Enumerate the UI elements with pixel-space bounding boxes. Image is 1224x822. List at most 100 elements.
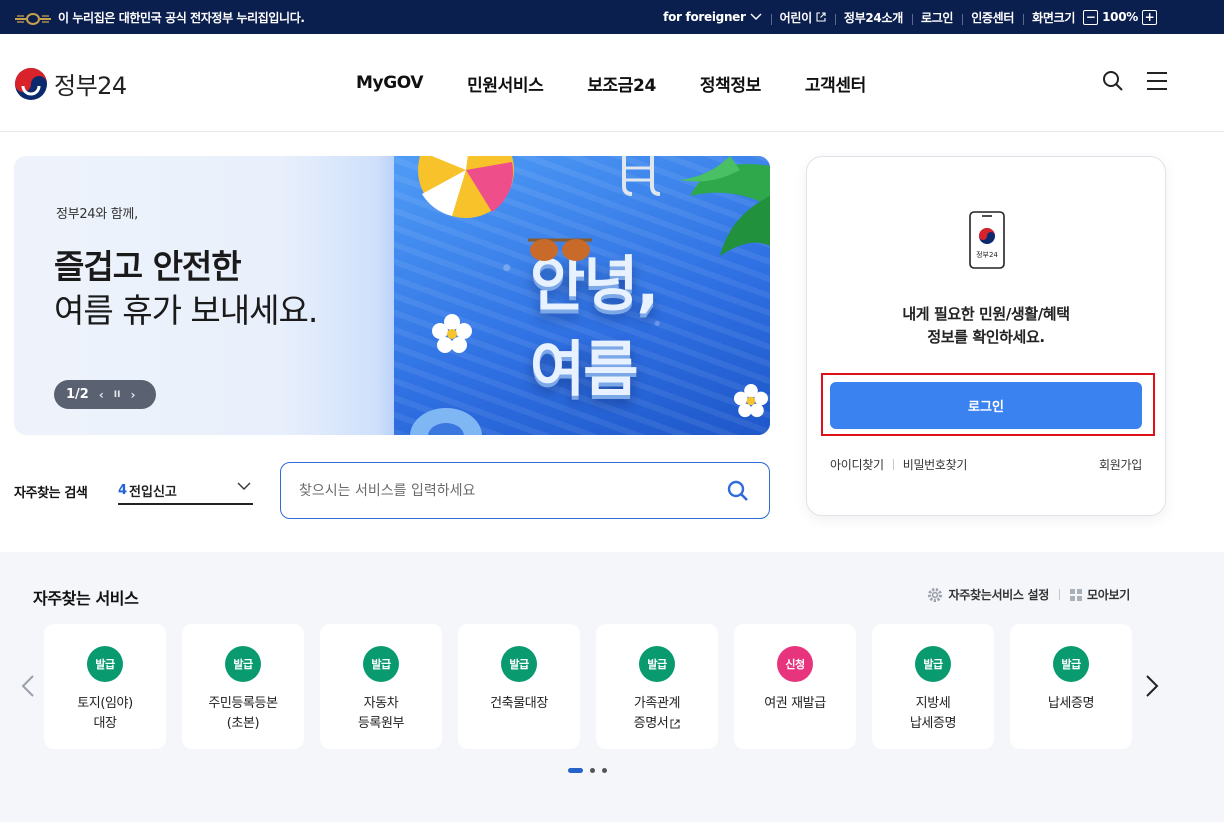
service-card-label: 여권 재발급 xyxy=(734,694,856,714)
banner-subtitle: 정부24와 함께, xyxy=(56,207,138,222)
service-card-label: 토지(임야) 대장 xyxy=(44,694,166,734)
join-link[interactable]: 회원가입 xyxy=(1099,456,1142,473)
chevron-down-icon xyxy=(237,482,251,490)
hero-banner[interactable]: 정부24와 함께, 즐겁고 안전한 여름 휴가 보내세요. 안녕, 여름 1/2… xyxy=(14,156,770,435)
frequent-services-title: 자주찾는 서비스 xyxy=(33,589,139,608)
service-search-box xyxy=(280,462,770,519)
banner-pause-button[interactable]: II xyxy=(114,390,121,400)
search-icon[interactable] xyxy=(1102,70,1124,92)
mobile-phone-icon: 정부24 xyxy=(969,211,1005,269)
flower-image-2 xyxy=(734,384,768,418)
carousel-dot-1[interactable] xyxy=(568,768,583,773)
palm-leaves-image xyxy=(680,156,770,256)
service-card-label-line1: 주민등록등본 xyxy=(208,696,278,711)
service-card-label-line1: 납세증명 xyxy=(1047,696,1095,711)
login-button[interactable]: 로그인 xyxy=(830,382,1142,429)
gov-symbol-icon xyxy=(14,11,51,25)
frequent-services-tools: 자주찾는서비스 설정 모아보기 xyxy=(927,586,1130,603)
beach-ball-image xyxy=(418,156,514,218)
external-link-icon xyxy=(816,12,826,22)
banner-art-text-line2: 여름 xyxy=(530,335,638,405)
find-id-link[interactable]: 아이디찾기 xyxy=(830,456,884,473)
find-password-link[interactable]: 비밀번호찾기 xyxy=(903,456,968,473)
site-logo[interactable]: 정부24 xyxy=(14,66,127,101)
service-card-label-line2: 대장 xyxy=(93,716,117,731)
carousel-prev-arrow[interactable] xyxy=(20,674,36,698)
nav-customer-center[interactable]: 고객센터 xyxy=(783,71,888,96)
service-card-label-line2: 납세증명 xyxy=(909,716,957,731)
grid-icon xyxy=(1070,588,1083,601)
service-card-family-certificate[interactable]: 발급 가족관계 증명서 xyxy=(596,624,718,749)
gear-icon xyxy=(928,587,943,602)
nav-civil-services[interactable]: 민원서비스 xyxy=(445,71,565,96)
service-card-passport-reissue[interactable]: 신청 여권 재발급 xyxy=(734,624,856,749)
carousel-dot-2[interactable] xyxy=(590,768,595,773)
search-icon[interactable] xyxy=(727,480,749,502)
view-all-button[interactable]: 모아보기 xyxy=(1070,586,1130,603)
carousel-next-arrow[interactable] xyxy=(1144,674,1160,698)
frequent-services-section: 자주찾는 서비스 자주찾는서비스 설정 모아보기 발급 토지(임야) 대장 발급… xyxy=(0,552,1224,822)
banner-next-button[interactable]: › xyxy=(131,388,136,402)
foreigner-dropdown[interactable]: for foreigner xyxy=(654,10,771,24)
frequent-search-label: 자주찾는 검색 xyxy=(14,486,88,501)
login-message-line1: 내게 필요한 민원/생활/혜택 xyxy=(902,305,1070,323)
service-card-label-line1: 지방세 xyxy=(915,696,951,711)
frequent-search-keyword: 전입신고 xyxy=(129,485,177,500)
service-card-label-line1: 여권 재발급 xyxy=(764,696,826,711)
nav-subsidy24[interactable]: 보조금24 xyxy=(565,71,678,96)
issue-badge: 발급 xyxy=(639,646,675,682)
cert-center-link[interactable]: 인증센터 xyxy=(962,9,1023,26)
service-card-label: 주민등록등본 (초본) xyxy=(182,694,304,734)
issue-badge: 발급 xyxy=(87,646,123,682)
cert-center-label: 인증센터 xyxy=(971,10,1015,25)
issue-badge: 발급 xyxy=(1053,646,1089,682)
service-card-land-register[interactable]: 발급 토지(임야) 대장 xyxy=(44,624,166,749)
login-links: 아이디찾기 비밀번호찾기 회원가입 xyxy=(830,456,1142,473)
service-card-label: 지방세 납세증명 xyxy=(872,694,994,734)
nav-policy-info[interactable]: 정책정보 xyxy=(678,71,783,96)
banner-prev-button[interactable]: ‹ xyxy=(99,388,104,402)
banner-title-line1: 즐겁고 안전한 xyxy=(54,247,242,286)
site-header: 정부24 MyGOV 민원서비스 보조금24 정책정보 고객센터 xyxy=(0,34,1224,132)
service-card-local-tax-certificate[interactable]: 발급 지방세 납세증명 xyxy=(872,624,994,749)
service-card-building-register[interactable]: 발급 건축물대장 xyxy=(458,624,580,749)
gov-notice: 이 누리집은 대한민국 공식 전자정부 누리집입니다. xyxy=(14,0,305,34)
about-label: 정부24소개 xyxy=(843,10,903,25)
zoom-in-button[interactable]: + xyxy=(1142,9,1157,25)
apply-badge: 신청 xyxy=(777,646,813,682)
flower-image xyxy=(432,314,472,353)
about-link[interactable]: 정부24소개 xyxy=(834,9,912,26)
kids-link[interactable]: 어린이 xyxy=(770,9,835,26)
service-card-label-line1: 가족관계 xyxy=(633,696,681,711)
divider xyxy=(892,459,894,470)
gov-notice-text: 이 누리집은 대한민국 공식 전자정부 누리집입니다. xyxy=(58,10,305,25)
phone-logo-text: 정부24 xyxy=(976,250,998,259)
issue-badge: 발급 xyxy=(501,646,537,682)
issue-badge: 발급 xyxy=(363,646,399,682)
settings-label: 자주찾는서비스 설정 xyxy=(948,588,1050,602)
taegeuk-logo-icon xyxy=(15,67,47,100)
service-card-resident-register[interactable]: 발급 주민등록등본 (초본) xyxy=(182,624,304,749)
carousel-dot-3[interactable] xyxy=(602,768,607,773)
frequent-search-dropdown[interactable]: 4 전입신고 xyxy=(118,478,253,505)
zoom-out-button[interactable]: − xyxy=(1083,9,1099,25)
top-login-label: 로그인 xyxy=(920,10,954,25)
top-login-link[interactable]: 로그인 xyxy=(911,9,962,26)
service-card-label: 자동차 등록원부 xyxy=(320,694,442,734)
service-search-input[interactable] xyxy=(299,479,699,503)
pool-ladder-image xyxy=(622,156,661,196)
service-card-vehicle-register[interactable]: 발급 자동차 등록원부 xyxy=(320,624,442,749)
login-message: 내게 필요한 민원/생활/혜택 정보를 확인하세요. xyxy=(807,303,1165,349)
nav-mygov[interactable]: MyGOV xyxy=(334,73,445,93)
service-card-tax-certificate[interactable]: 발급 납세증명 xyxy=(1010,624,1132,749)
banner-pager-control: 1/2 ‹ II › xyxy=(54,380,156,409)
header-icons xyxy=(1102,70,1168,92)
frequent-services-settings-button[interactable]: 자주찾는서비스 설정 xyxy=(927,586,1049,603)
service-card-label-line2-wrap: 증명서 xyxy=(596,714,718,734)
utility-menu: for foreigner 어린이 정부24소개 로그인 인증센터 화면크기 −… xyxy=(654,0,1166,34)
menu-icon[interactable] xyxy=(1146,71,1168,91)
frequent-search-rank: 4 xyxy=(118,483,128,498)
swim-ring-image xyxy=(410,408,482,435)
main-navigation: MyGOV 민원서비스 보조금24 정책정보 고객센터 xyxy=(334,34,888,132)
divider xyxy=(1059,589,1061,600)
